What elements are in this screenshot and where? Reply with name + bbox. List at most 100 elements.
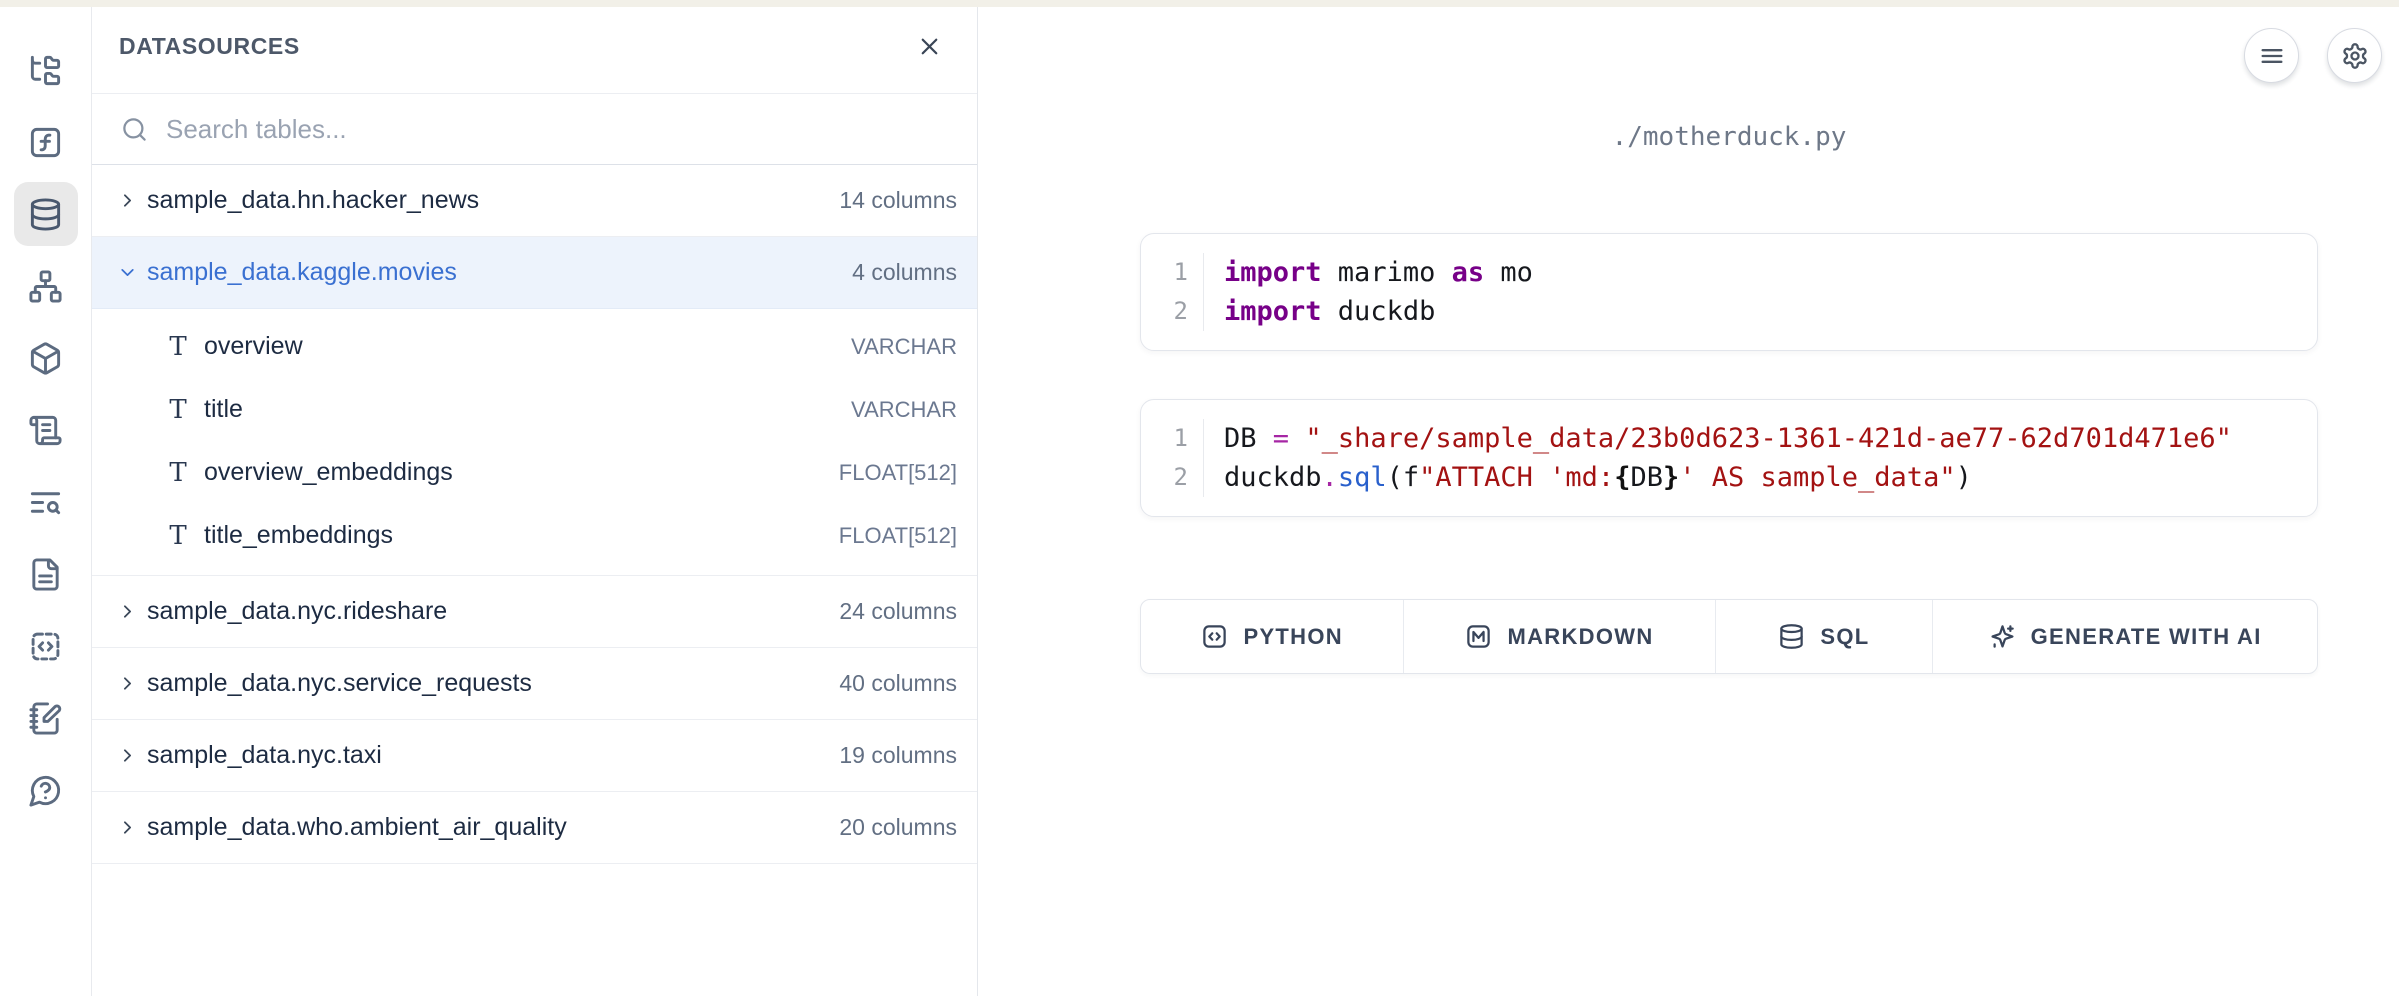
logs-scroll-icon <box>28 413 63 448</box>
gear-icon <box>2341 42 2369 70</box>
line-number-gutter: 12 <box>1141 419 1204 497</box>
floating-controls <box>2244 28 2382 83</box>
rail-item-dependency-graph[interactable] <box>14 254 78 318</box>
table-column-count: 4 columns <box>852 259 957 286</box>
snippets-code-icon <box>28 629 63 664</box>
column-row[interactable]: Toverview_embeddingsFLOAT[512] <box>92 441 977 504</box>
dependency-graph-icon <box>28 269 63 304</box>
package-icon <box>28 341 63 376</box>
datasources-panel: DATASOURCES sample_data.hn.hacker_news14… <box>92 0 978 996</box>
text-search-icon <box>28 485 63 520</box>
add-cell-sql-button[interactable]: SQL <box>1716 600 1934 673</box>
add-cell-button-label: MARKDOWN <box>1507 624 1653 650</box>
column-type: VARCHAR <box>851 397 957 423</box>
table-row[interactable]: sample_data.who.ambient_air_quality20 co… <box>92 792 977 864</box>
scratchpad-notebook-icon <box>28 701 63 736</box>
add-cell-python-button[interactable]: PYTHON <box>1141 600 1404 673</box>
table-row[interactable]: sample_data.hn.hacker_news14 columns <box>92 165 977 237</box>
add-cell-button-label: SQL <box>1820 624 1869 650</box>
code-editor[interactable]: DB = "_share/sample_data/23b0d623-1361-4… <box>1204 419 2317 497</box>
markdown-square-icon <box>1465 623 1492 650</box>
table-name: sample_data.nyc.taxi <box>147 741 839 770</box>
column-name: overview_embeddings <box>204 458 839 487</box>
cells-container: 12import marimo as moimport duckdb12DB =… <box>1140 156 2318 517</box>
code-line: duckdb.sql(f"ATTACH 'md:{DB}' AS sample_… <box>1224 458 2317 497</box>
code-cell[interactable]: 12import marimo as moimport duckdb <box>1140 233 2318 351</box>
add-cell-generate-with-ai-button[interactable]: GENERATE WITH AI <box>1933 600 2317 673</box>
code-line: import marimo as mo <box>1224 253 2317 292</box>
file-tree-icon <box>28 53 63 88</box>
table-columns-group: ToverviewVARCHARTtitleVARCHARToverview_e… <box>92 309 977 576</box>
column-row[interactable]: ToverviewVARCHAR <box>92 315 977 378</box>
datasources-header: DATASOURCES <box>92 0 977 94</box>
code-square-icon <box>1201 623 1228 650</box>
sparkles-icon <box>1989 623 2016 650</box>
editor-column: ./motherduck.py 12import marimo as moimp… <box>1140 0 2318 674</box>
rail-item-help-chat[interactable] <box>14 758 78 822</box>
text-type-icon: T <box>165 334 191 360</box>
search-icon <box>121 116 148 143</box>
search-input[interactable] <box>164 113 953 146</box>
column-type: FLOAT[512] <box>839 460 957 486</box>
add-cell-bar: PYTHON MARKDOWN SQL GENERATE WITH AI <box>1140 599 2318 674</box>
column-type: FLOAT[512] <box>839 523 957 549</box>
table-row[interactable]: sample_data.nyc.rideshare24 columns <box>92 576 977 648</box>
rail-item-text-search[interactable] <box>14 470 78 534</box>
document-icon <box>28 557 63 592</box>
table-name: sample_data.nyc.rideshare <box>147 597 839 626</box>
help-chat-icon <box>28 773 63 808</box>
text-type-icon: T <box>165 397 191 423</box>
close-panel-button[interactable] <box>909 27 949 67</box>
column-type: VARCHAR <box>851 334 957 360</box>
panel-title: DATASOURCES <box>119 33 300 60</box>
notebook-content: ./motherduck.py 12import marimo as moimp… <box>978 0 2399 996</box>
chevron-right-icon <box>117 601 138 622</box>
column-name: overview <box>204 332 851 361</box>
settings-button[interactable] <box>2327 28 2382 83</box>
table-row[interactable]: sample_data.nyc.taxi19 columns <box>92 720 977 792</box>
code-line: import duckdb <box>1224 292 2317 331</box>
add-cell-markdown-button[interactable]: MARKDOWN <box>1404 600 1715 673</box>
rail-item-package[interactable] <box>14 326 78 390</box>
chevron-right-icon <box>117 745 138 766</box>
notebook-menu-button[interactable] <box>2244 28 2299 83</box>
code-cell[interactable]: 12DB = "_share/sample_data/23b0d623-1361… <box>1140 399 2318 517</box>
table-name: sample_data.hn.hacker_news <box>147 186 839 215</box>
column-row[interactable]: TtitleVARCHAR <box>92 378 977 441</box>
function-square-icon <box>28 125 63 160</box>
text-type-icon: T <box>165 523 191 549</box>
chevron-down-icon <box>117 262 138 283</box>
table-column-count: 20 columns <box>839 814 957 841</box>
rail-item-file-tree[interactable] <box>14 38 78 102</box>
table-column-count: 19 columns <box>839 742 957 769</box>
marimo-app: DATASOURCES sample_data.hn.hacker_news14… <box>0 0 2399 996</box>
table-name: sample_data.kaggle.movies <box>147 258 852 287</box>
notebook-filename: ./motherduck.py <box>1140 122 2318 156</box>
rail-item-snippets-code[interactable] <box>14 614 78 678</box>
column-row[interactable]: Ttitle_embeddingsFLOAT[512] <box>92 504 977 567</box>
database-icon <box>28 197 63 232</box>
chevron-right-icon <box>117 817 138 838</box>
rail-item-logs-scroll[interactable] <box>14 398 78 462</box>
table-column-count: 14 columns <box>839 187 957 214</box>
database-icon <box>1778 623 1805 650</box>
table-row[interactable]: sample_data.kaggle.movies4 columns <box>92 237 977 309</box>
helper-icon-rail <box>0 0 92 996</box>
tables-list: sample_data.hn.hacker_news14 columnssamp… <box>92 165 977 996</box>
line-number-gutter: 12 <box>1141 253 1204 331</box>
table-row[interactable]: sample_data.nyc.service_requests40 colum… <box>92 648 977 720</box>
text-type-icon: T <box>165 460 191 486</box>
close-icon <box>916 33 943 60</box>
code-editor[interactable]: import marimo as moimport duckdb <box>1204 253 2317 331</box>
table-name: sample_data.nyc.service_requests <box>147 669 839 698</box>
rail-item-document[interactable] <box>14 542 78 606</box>
rail-item-function-square[interactable] <box>14 110 78 174</box>
column-name: title_embeddings <box>204 521 839 550</box>
chevron-right-icon <box>117 673 138 694</box>
table-column-count: 40 columns <box>839 670 957 697</box>
rail-item-scratchpad-notebook[interactable] <box>14 686 78 750</box>
table-column-count: 24 columns <box>839 598 957 625</box>
rail-item-database[interactable] <box>14 182 78 246</box>
chevron-right-icon <box>117 190 138 211</box>
add-cell-button-label: PYTHON <box>1243 624 1342 650</box>
